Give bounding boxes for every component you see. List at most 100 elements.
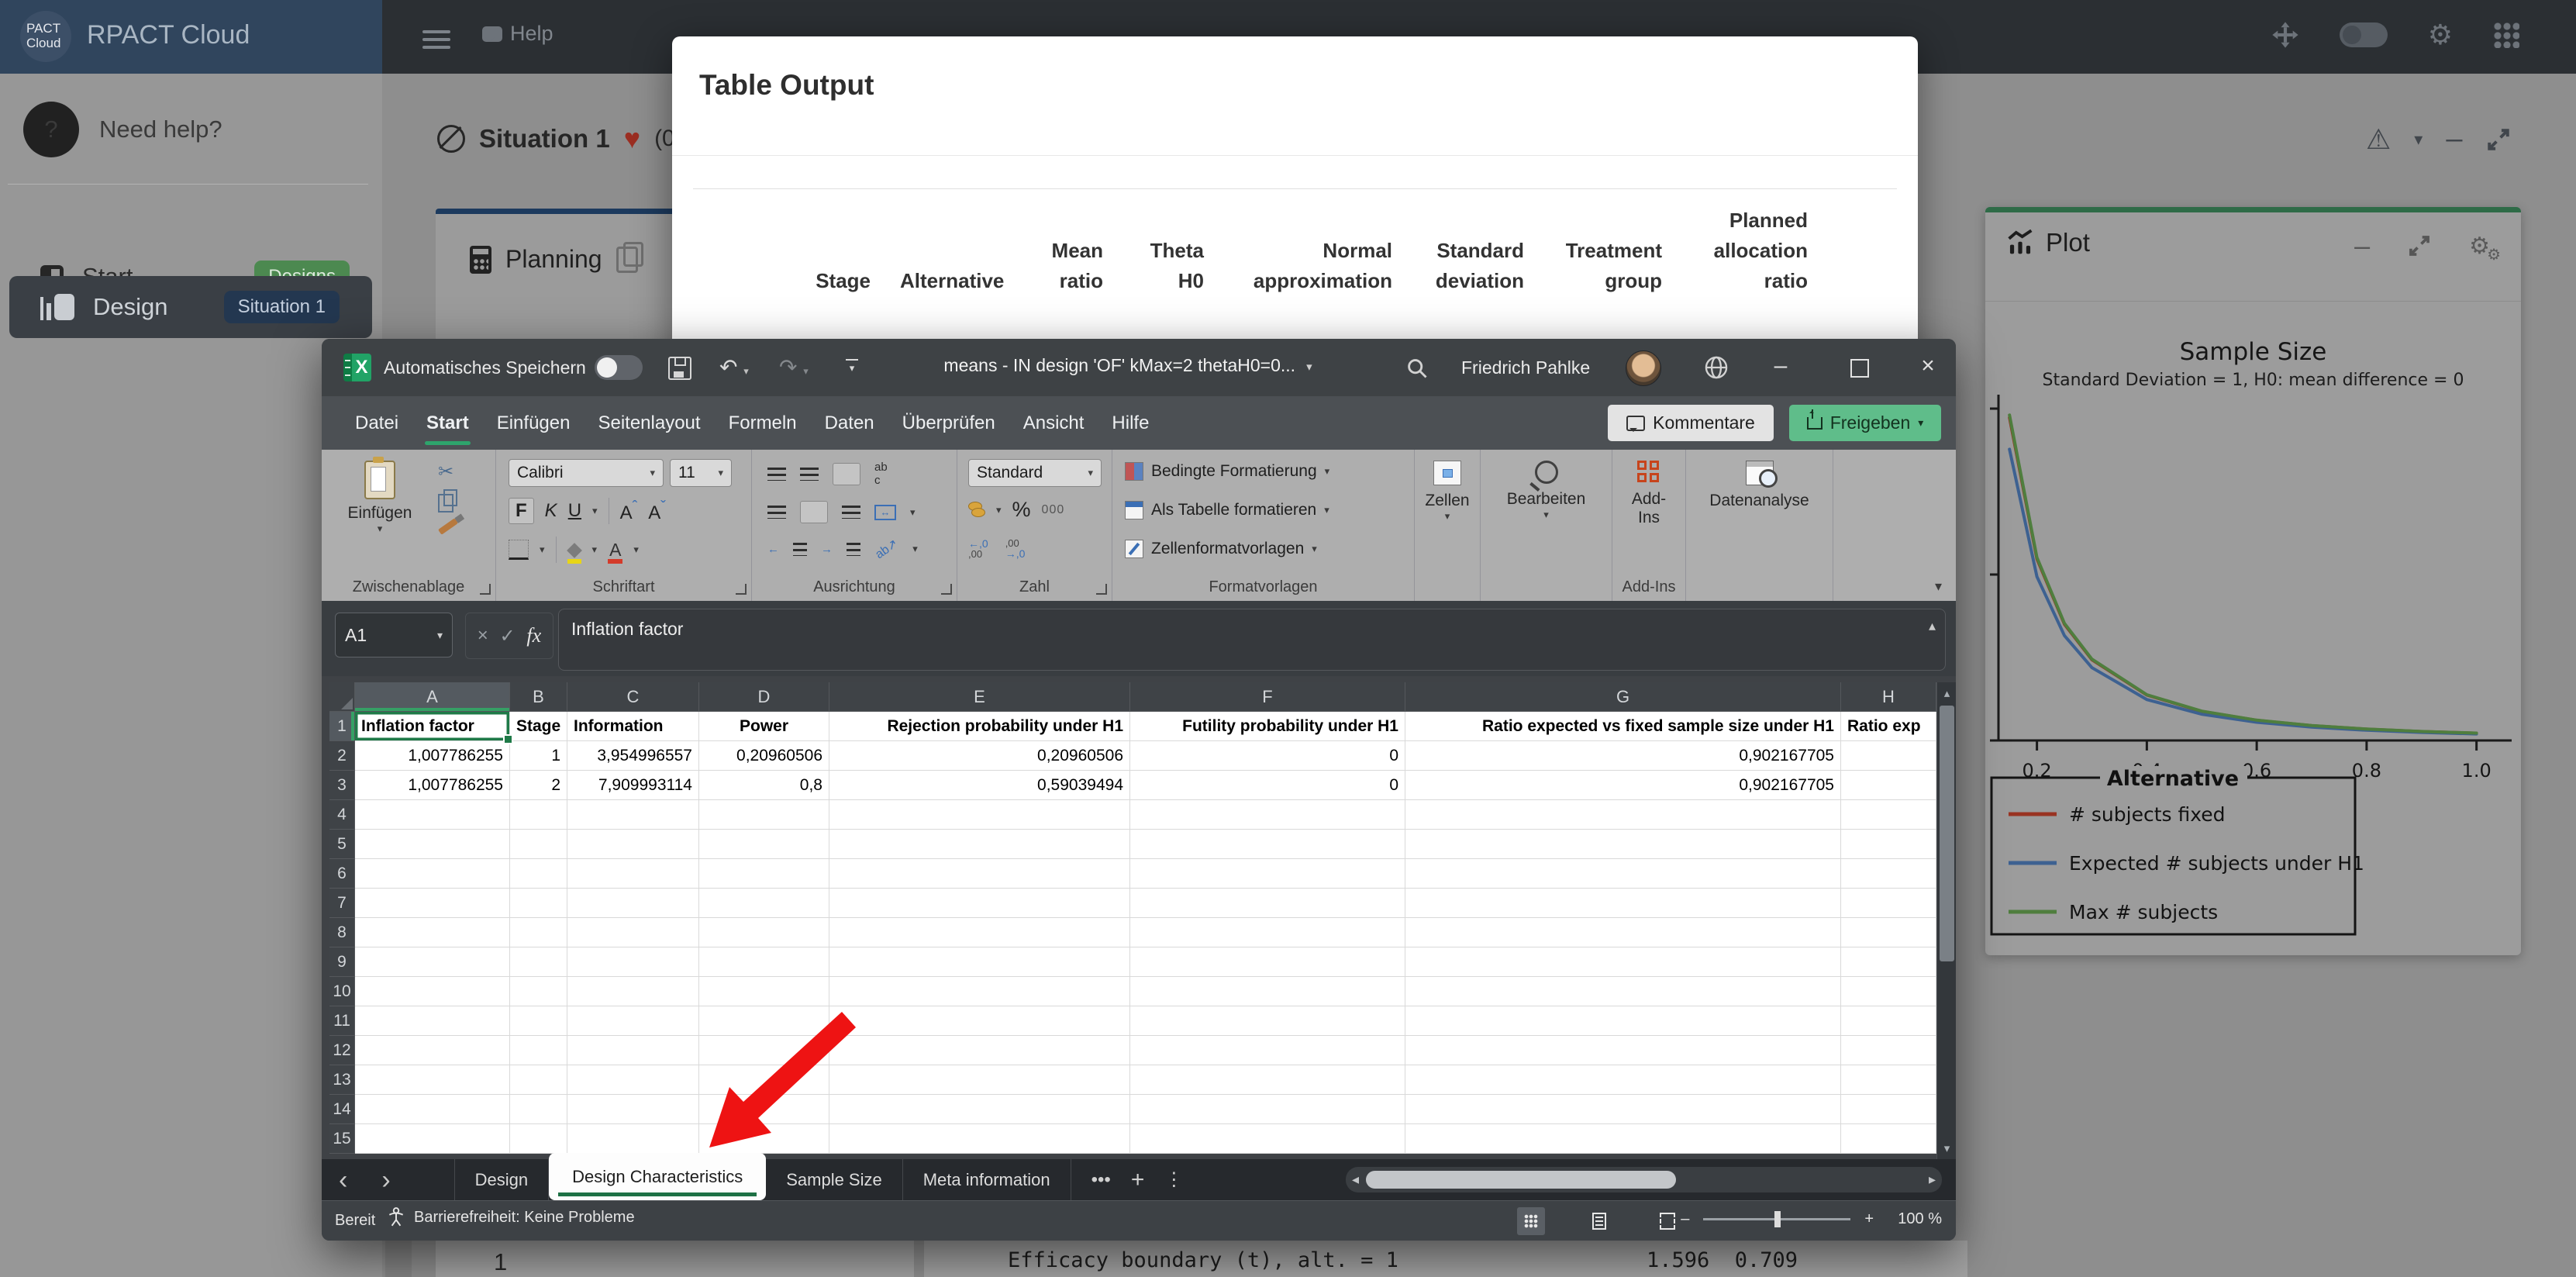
grid-cell[interactable]: [510, 977, 567, 1006]
cut-icon[interactable]: ✂: [438, 461, 453, 483]
row-header-11[interactable]: 11: [329, 1006, 355, 1036]
orientation-dropdown-icon[interactable]: ▾: [912, 543, 918, 555]
align-middle-icon[interactable]: [800, 467, 819, 481]
grid-cell[interactable]: [699, 977, 829, 1006]
row-header-4[interactable]: 4: [329, 800, 355, 830]
grid-cell[interactable]: [1405, 1036, 1841, 1065]
increase-indent-icon[interactable]: →: [821, 543, 833, 556]
search-icon[interactable]: [1405, 357, 1429, 380]
grid-cell[interactable]: [1405, 977, 1841, 1006]
grid-cell[interactable]: [1405, 1065, 1841, 1095]
grid-cell[interactable]: [829, 1036, 1130, 1065]
sheet-prev-icon[interactable]: ‹: [322, 1167, 364, 1193]
grid-cell[interactable]: [1841, 1065, 1936, 1095]
grid-cell[interactable]: 0: [1130, 741, 1405, 771]
grid-cell[interactable]: [829, 889, 1130, 918]
plot-settings-icon[interactable]: ⚙ ⚙: [2469, 233, 2501, 264]
ribbon-tab-datei[interactable]: Datei: [341, 396, 412, 450]
grid-cell[interactable]: [1841, 977, 1936, 1006]
ribbon-tab-start[interactable]: Start: [412, 396, 483, 450]
dialog-launcher-icon[interactable]: [941, 584, 952, 595]
grid-cell[interactable]: [1130, 1006, 1405, 1036]
dialog-launcher-icon[interactable]: [1096, 584, 1107, 595]
column-header-B[interactable]: B: [510, 682, 567, 712]
sheet-menu-icon[interactable]: ⋮: [1164, 1168, 1183, 1191]
minimize-icon[interactable]: –: [2446, 123, 2462, 156]
merge-dropdown-icon[interactable]: ▾: [910, 506, 916, 519]
zoom-level[interactable]: 100 %: [1888, 1210, 1942, 1228]
user-name[interactable]: Friedrich Pahlke: [1461, 357, 1590, 378]
grid-cell[interactable]: [510, 889, 567, 918]
grid-cell[interactable]: [355, 1006, 510, 1036]
grid-cell[interactable]: [1130, 800, 1405, 830]
grid-cell[interactable]: [355, 977, 510, 1006]
conditional-formatting-button[interactable]: Bedingte Formatierung ▾: [1125, 462, 1329, 481]
grid-cell[interactable]: [1841, 918, 1936, 947]
row-header-5[interactable]: 5: [329, 830, 355, 859]
grid-cell[interactable]: Ratio exp: [1841, 712, 1936, 741]
apps-grid-icon[interactable]: [2493, 22, 2519, 48]
grid-cell[interactable]: 1,007786255: [355, 741, 510, 771]
number-format-select[interactable]: Standard ▾: [968, 459, 1102, 487]
grid-cell[interactable]: [355, 947, 510, 977]
redo-button[interactable]: ↷ ▾: [779, 354, 809, 380]
vertical-scroll-thumb[interactable]: [1940, 706, 1954, 961]
sheet-tab-sample-size[interactable]: Sample Size: [766, 1159, 903, 1200]
column-header-E[interactable]: E: [829, 682, 1130, 712]
ribbon-tab-überprüfen[interactable]: Überprüfen: [888, 396, 1009, 450]
grid-cell[interactable]: [567, 859, 699, 889]
grid-cell[interactable]: [1405, 889, 1841, 918]
grid-cell[interactable]: [355, 1065, 510, 1095]
grid-cell[interactable]: [1405, 830, 1841, 859]
grid-cell[interactable]: 3,954996557: [567, 741, 699, 771]
sheet-tab-design[interactable]: Design: [453, 1159, 550, 1200]
row-header-12[interactable]: 12: [329, 1036, 355, 1065]
row-header-9[interactable]: 9: [329, 947, 355, 977]
grid-cell[interactable]: [1405, 800, 1841, 830]
zoom-out-button[interactable]: –: [1681, 1210, 1689, 1228]
align-top-icon[interactable]: [767, 467, 786, 481]
grid-cell[interactable]: [355, 918, 510, 947]
grid-cell[interactable]: [1841, 771, 1936, 800]
dialog-launcher-icon[interactable]: [736, 584, 747, 595]
cell-styles-button[interactable]: Zellenformatvorlagen ▾: [1125, 540, 1317, 558]
grid-cell[interactable]: [355, 1124, 510, 1154]
grid-cell[interactable]: 0: [1130, 771, 1405, 800]
ribbon-collapse-icon[interactable]: ▾: [1935, 578, 1942, 595]
copy-cells-icon[interactable]: [438, 489, 457, 513]
editing-button[interactable]: Bearbeiten ▾: [1481, 461, 1612, 521]
save-icon[interactable]: [668, 357, 691, 380]
insert-function-icon[interactable]: fx: [526, 624, 541, 647]
data-analysis-button[interactable]: Datenanalyse: [1686, 461, 1833, 510]
sheet-next-icon[interactable]: ›: [364, 1167, 407, 1193]
scroll-up-icon[interactable]: ▴: [1937, 686, 1956, 700]
zoom-slider[interactable]: [1703, 1211, 1851, 1227]
grid-cell[interactable]: [1130, 1065, 1405, 1095]
format-painter-icon[interactable]: [438, 518, 458, 535]
addins-button[interactable]: Add- Ins: [1612, 461, 1685, 527]
avatar[interactable]: [1626, 350, 1661, 386]
align-bottom-icon[interactable]: [833, 462, 860, 485]
grid-cell[interactable]: [1841, 1095, 1936, 1124]
grid-cell[interactable]: [829, 1065, 1130, 1095]
normal-view-button[interactable]: [1517, 1207, 1545, 1235]
merge-center-icon[interactable]: ↔: [874, 504, 896, 520]
horizontal-scrollbar[interactable]: ◂ ▸: [1346, 1167, 1942, 1192]
row-header-14[interactable]: 14: [329, 1095, 355, 1124]
grid-cell[interactable]: Information: [567, 712, 699, 741]
comma-format-button[interactable]: 000: [1042, 503, 1065, 517]
plot-expand-icon[interactable]: [2407, 233, 2432, 258]
zoom-slider-knob[interactable]: [1774, 1211, 1781, 1227]
grid-cell[interactable]: [510, 1065, 567, 1095]
ribbon-tab-hilfe[interactable]: Hilfe: [1098, 396, 1163, 450]
theme-toggle[interactable]: [2339, 22, 2388, 47]
grid-cell[interactable]: [510, 1006, 567, 1036]
ribbon-tab-formeln[interactable]: Formeln: [715, 396, 811, 450]
quick-access-customize-icon[interactable]: ▾: [846, 359, 858, 375]
name-box[interactable]: A1 ▾: [335, 613, 453, 657]
align-center-icon[interactable]: [800, 501, 828, 523]
share-button[interactable]: Freigeben ▾: [1789, 405, 1941, 441]
accessibility-status[interactable]: Barrierefreiheit: Keine Probleme: [388, 1207, 635, 1227]
expand-icon[interactable]: [2485, 126, 2512, 153]
grid-cell[interactable]: 1,007786255: [355, 771, 510, 800]
